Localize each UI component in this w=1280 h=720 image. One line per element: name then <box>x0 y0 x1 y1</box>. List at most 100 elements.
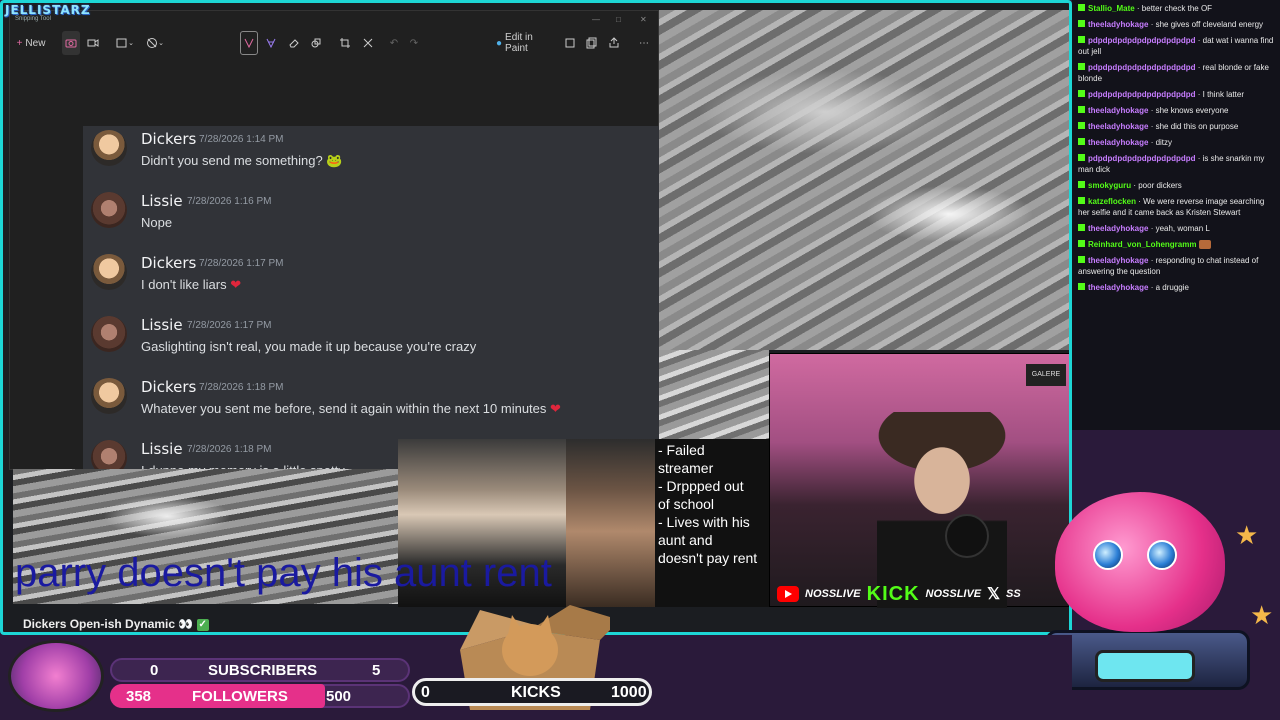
video-icon[interactable] <box>84 31 102 55</box>
message-text: Gaslighting isn't real, you made it up b… <box>141 339 477 354</box>
share-icon[interactable] <box>606 31 622 55</box>
avatar <box>91 440 127 471</box>
followers-goal: 358 FOLLOWERS 500 <box>110 684 410 708</box>
chat-message: theeladyhokage · ditzy <box>1076 137 1276 148</box>
eraser-icon[interactable] <box>285 31 303 55</box>
checkmark-icon: ✓ <box>196 618 209 631</box>
text-actions-icon[interactable] <box>359 31 377 55</box>
star-icon: ★ <box>1235 520 1259 550</box>
discord-message: Dickers 7/28/2026 1:14 PM Didn't you sen… <box>83 126 660 186</box>
snip-toolbar: + New ⌄ ⌄ ↶ ↷ ● Edit in Paint ⋯ <box>10 31 658 55</box>
badge-icon <box>1078 63 1085 71</box>
chat-username[interactable]: theeladyhokage <box>1088 256 1148 265</box>
message-timestamp: 7/28/2026 1:16 PM <box>187 196 272 207</box>
chat-text: a druggie <box>1155 283 1189 292</box>
badge-icon <box>1078 4 1085 12</box>
x-handle: SS <box>1006 588 1021 600</box>
message-author: Dickers <box>141 130 197 148</box>
chat-username[interactable]: pdpdpdpdpdpdpdpdpdpdpd <box>1088 90 1196 99</box>
webcam-feed: GALERE <box>769 353 1069 608</box>
chat-message: pdpdpdpdpdpdpdpdpdpdpd · is she snarkin … <box>1078 154 1265 174</box>
mascot-eye <box>1093 540 1123 570</box>
chat-username[interactable]: theeladyhokage <box>1088 122 1148 131</box>
note-line: - Drppped out <box>658 478 744 494</box>
redo-icon[interactable]: ↷ <box>406 31 422 55</box>
kicks-goal-value: 1000 <box>611 684 647 701</box>
shapes-icon[interactable] <box>307 31 325 55</box>
star-icon: ★ <box>1250 600 1274 630</box>
chat-username[interactable]: Stallio_Mate <box>1088 4 1135 13</box>
note-line: - Failed <box>658 442 705 458</box>
heart-icon: ❤ <box>550 401 561 416</box>
new-button[interactable]: + New <box>16 31 46 55</box>
collage-man-photo <box>566 439 666 607</box>
snipping-tool-window: — □ ✕ + New ⌄ ⌄ ↶ ↷ ● Edit in Paint ⋯ Di… <box>9 10 660 471</box>
message-timestamp: 7/28/2026 1:18 PM <box>187 444 272 455</box>
badge-icon <box>1078 20 1085 28</box>
chat-username[interactable]: katzeflocken <box>1088 197 1136 206</box>
message-author: Dickers <box>141 254 197 272</box>
chat-username[interactable]: pdpdpdpdpdpdpdpdpdpdpd <box>1088 154 1196 163</box>
more-options-icon[interactable]: ⋯ <box>636 31 652 55</box>
badge-icon <box>1078 122 1085 130</box>
chat-text: better check the OF <box>1141 4 1213 13</box>
highlighter-icon[interactable] <box>262 31 280 55</box>
chat-message: theeladyhokage · she did this on purpose <box>1076 121 1276 132</box>
chat-text: she gives off cleveland energy <box>1155 20 1264 29</box>
social-handles: NOSSLIVE KICK NOSSLIVE 𝕏 SS <box>769 581 1069 607</box>
crop-icon[interactable] <box>336 31 354 55</box>
heart-icon: ❤ <box>230 277 242 292</box>
avatar <box>91 378 127 414</box>
maximize-icon[interactable]: □ <box>616 15 621 24</box>
chat-username[interactable]: smokyguru <box>1088 181 1131 190</box>
edit-in-paint-button[interactable]: ● Edit in Paint <box>496 31 558 55</box>
chat-message: katzeflocken · We were reverse image sea… <box>1078 197 1265 217</box>
message-author: Lissie <box>141 316 183 334</box>
camera-icon[interactable] <box>62 31 80 55</box>
mascot-eye <box>1147 540 1177 570</box>
edit-in-paint-label: Edit in Paint <box>505 32 533 54</box>
chat-message: theeladyhokage · she gives off cleveland… <box>1076 19 1276 30</box>
chat-text: I think latter <box>1202 90 1244 99</box>
followers-label: FOLLOWERS <box>192 687 288 705</box>
chat-username[interactable]: theeladyhokage <box>1088 283 1148 292</box>
chat-username[interactable]: theeladyhokage <box>1088 138 1148 147</box>
plus-icon: + <box>16 37 23 49</box>
subscribers-label: SUBSCRIBERS <box>208 661 318 679</box>
badge-icon <box>1078 283 1085 291</box>
chat-message: pdpdpdpdpdpdpdpdpdpdpd · real blonde or … <box>1078 63 1269 83</box>
chat-username[interactable]: theeladyhokage <box>1088 20 1148 29</box>
chat-username[interactable]: Reinhard_von_Lohengramm <box>1088 240 1196 249</box>
kicks-label: KICKS <box>511 684 561 701</box>
message-text: Nope <box>141 215 173 230</box>
ballpoint-pen-icon[interactable] <box>240 31 258 55</box>
ocean-photo-corner <box>659 350 769 440</box>
chat-username[interactable]: pdpdpdpdpdpdpdpdpdpdpd <box>1088 63 1196 72</box>
chat-text: ditzy <box>1155 138 1173 147</box>
x-icon: 𝕏 <box>987 586 1001 603</box>
chat-username[interactable]: pdpdpdpdpdpdpdpdpdpdpd <box>1088 36 1196 45</box>
save-icon[interactable] <box>562 31 578 55</box>
chat-username[interactable]: theeladyhokage <box>1088 106 1148 115</box>
chat-message: theeladyhokage · responding to chat inst… <box>1078 256 1259 276</box>
close-icon[interactable]: ✕ <box>640 15 647 24</box>
copy-icon[interactable] <box>584 31 600 55</box>
chat-username[interactable]: theeladyhokage <box>1088 224 1148 233</box>
minimize-icon[interactable]: — <box>592 15 600 24</box>
subscribers-current: 0 <box>150 661 159 679</box>
chat-message: Reinhard_von_Lohengramm <box>1076 239 1276 250</box>
discord-chat-screenshot: Dickers 7/28/2026 1:14 PM Didn't you sen… <box>83 126 660 471</box>
paint-icon: ● <box>496 37 503 49</box>
chat-text: she did this on purpose <box>1155 122 1239 131</box>
delay-dropdown[interactable]: ⌄ <box>144 31 166 55</box>
chat-text: yeah, woman L <box>1155 224 1210 233</box>
snip-mode-dropdown[interactable]: ⌄ <box>114 31 136 55</box>
chevron-down-icon: ⌄ <box>158 40 164 47</box>
discord-message: Lissie 7/28/2026 1:16 PM Nope <box>83 188 660 248</box>
avatar <box>91 130 127 166</box>
microphone <box>945 514 989 558</box>
chat-text: she knows everyone <box>1155 106 1229 115</box>
note-line: streamer <box>658 460 714 476</box>
badge-icon <box>1078 154 1085 162</box>
undo-icon[interactable]: ↶ <box>386 31 402 55</box>
